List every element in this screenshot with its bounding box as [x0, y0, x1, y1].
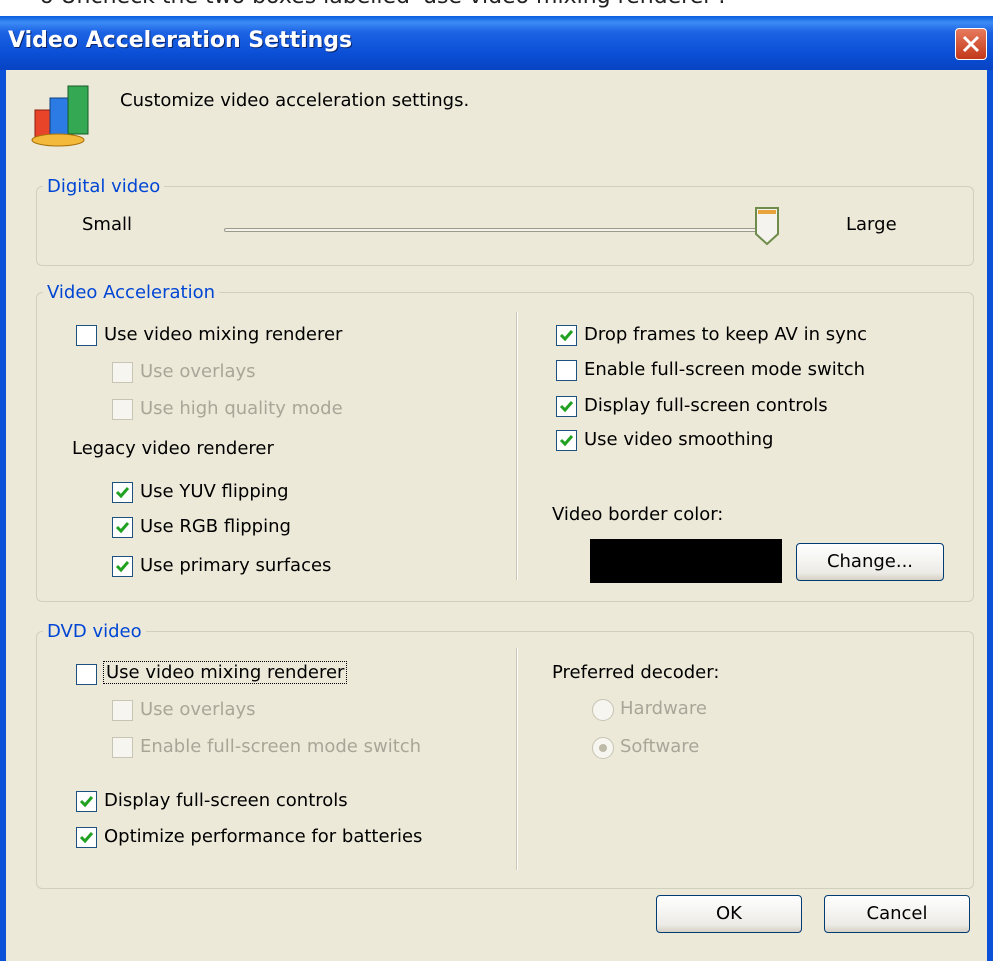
ok-button[interactable]: OK — [656, 895, 802, 933]
checkmark-icon — [115, 561, 130, 573]
preferred-decoder-label: Preferred decoder: — [552, 662, 720, 683]
close-icon — [962, 35, 980, 53]
va-use-yuv-label[interactable]: Use YUV flipping — [140, 481, 289, 502]
va-use-rgb-checkbox[interactable] — [112, 517, 133, 538]
checkmark-icon — [115, 522, 130, 534]
drop-frames-label[interactable]: Drop frames to keep AV in sync — [584, 324, 867, 345]
checkmark-icon — [79, 832, 94, 844]
dvd-video-legend: DVD video — [47, 621, 142, 642]
va-use-rgb-label[interactable]: Use RGB flipping — [140, 516, 291, 537]
va-fullscreen-controls-checkbox[interactable] — [556, 396, 577, 417]
window-border-right — [987, 70, 993, 961]
smoothing-label[interactable]: Use video smoothing — [584, 429, 773, 450]
radio-selected-dot — [599, 744, 607, 752]
change-color-button[interactable]: Change... — [796, 543, 944, 581]
title-bar: Video Acceleration Settings — [0, 16, 993, 70]
va-fullscreen-controls-label[interactable]: Display full-screen controls — [584, 395, 828, 416]
optimize-batteries-label[interactable]: Optimize performance for batteries — [104, 826, 422, 847]
video-acceleration-legend: Video Acceleration — [47, 282, 216, 303]
dvd-fullscreen-switch-label[interactable]: Enable full-screen mode switch — [140, 736, 421, 757]
dvd-use-overlays-label[interactable]: Use overlays — [140, 699, 256, 720]
size-slider-track[interactable] — [224, 228, 762, 232]
digital-video-group: Digital video — [36, 176, 974, 266]
checkmark-icon — [559, 435, 574, 447]
checkmark-icon — [115, 487, 130, 499]
va-use-hq-checkbox[interactable] — [112, 399, 133, 420]
hardware-radio[interactable] — [592, 699, 614, 721]
dvd-use-overlays-checkbox[interactable] — [112, 700, 133, 721]
checkmark-icon — [79, 796, 94, 808]
window-title: Video Acceleration Settings — [8, 28, 353, 53]
software-radio[interactable] — [592, 737, 614, 759]
smoothing-checkbox[interactable] — [556, 430, 577, 451]
video-settings-icon — [31, 85, 89, 147]
va-use-yuv-checkbox[interactable] — [112, 482, 133, 503]
header-text: Customize video acceleration settings. — [120, 90, 470, 111]
software-label[interactable]: Software — [620, 736, 699, 757]
window-border-left — [0, 70, 6, 961]
border-color-swatch — [590, 539, 782, 583]
hardware-label[interactable]: Hardware — [620, 698, 707, 719]
size-slider-thumb[interactable] — [754, 206, 780, 246]
va-use-primary-label[interactable]: Use primary surfaces — [140, 555, 331, 576]
dvd-use-vmr-label[interactable]: Use video mixing renderer — [102, 661, 348, 684]
va-use-vmr-checkbox[interactable] — [76, 325, 97, 346]
border-color-label: Video border color: — [552, 504, 724, 525]
legacy-renderer-label: Legacy video renderer — [72, 438, 274, 459]
slider-max-label: Large — [846, 214, 897, 235]
va-fullscreen-switch-checkbox[interactable] — [556, 360, 577, 381]
checkmark-icon — [559, 330, 574, 342]
checkmark-icon — [559, 401, 574, 413]
instruction-text-fragment: o Uncheck the two boxes labelled 'use vi… — [40, 0, 725, 9]
close-button[interactable] — [955, 28, 987, 60]
va-use-overlays-label[interactable]: Use overlays — [140, 361, 256, 382]
dialog-window: Video Acceleration Settings Customize vi… — [0, 16, 993, 961]
group-separator — [516, 648, 518, 870]
digital-video-legend: Digital video — [47, 176, 161, 197]
va-use-primary-checkbox[interactable] — [112, 556, 133, 577]
va-use-overlays-checkbox[interactable] — [112, 362, 133, 383]
optimize-batteries-checkbox[interactable] — [76, 827, 97, 848]
va-fullscreen-switch-label[interactable]: Enable full-screen mode switch — [584, 359, 865, 380]
cancel-button[interactable]: Cancel — [824, 895, 970, 933]
va-use-vmr-label[interactable]: Use video mixing renderer — [104, 324, 342, 345]
drop-frames-checkbox[interactable] — [556, 325, 577, 346]
va-use-hq-label[interactable]: Use high quality mode — [140, 398, 343, 419]
dvd-fullscreen-controls-checkbox[interactable] — [76, 791, 97, 812]
slider-min-label: Small — [82, 214, 132, 235]
dvd-use-vmr-checkbox[interactable] — [76, 664, 97, 685]
group-separator — [516, 312, 518, 580]
dvd-fullscreen-controls-label[interactable]: Display full-screen controls — [104, 790, 348, 811]
dvd-fullscreen-switch-checkbox[interactable] — [112, 737, 133, 758]
